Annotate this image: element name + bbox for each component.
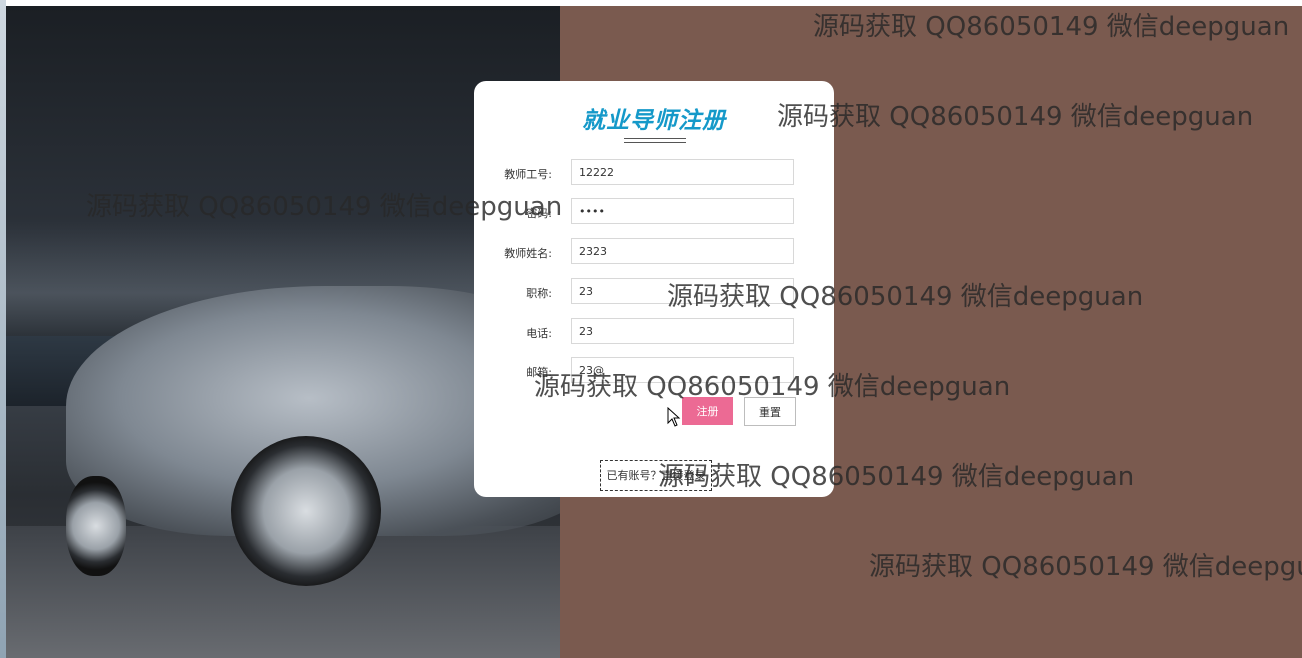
car-wheel (66, 476, 126, 576)
car-wheel (231, 436, 381, 586)
form-row-password: 密码: (474, 198, 834, 226)
mouse-cursor-icon (667, 407, 681, 427)
phone-input[interactable] (571, 318, 794, 344)
teacher-name-label: 教师姓名: (504, 247, 552, 260)
teacher-id-label: 教师工号: (504, 168, 552, 181)
password-input[interactable] (571, 198, 794, 224)
form-row-teacher-id: 教师工号: (474, 159, 834, 187)
job-title-label: 职称: (526, 287, 552, 300)
job-title-input[interactable] (571, 278, 794, 304)
watermark-text: 源码获取 QQ86050149 微信deepguan (869, 552, 1302, 582)
form-title: 就业导师注册 (582, 108, 726, 134)
title-underline (624, 138, 686, 143)
register-card: 就业导师注册 教师工号: 密码: 教师姓名: 职称: 电话: 邮箱: 注册 重置… (474, 81, 834, 497)
email-input[interactable] (571, 357, 794, 383)
reset-button[interactable]: 重置 (744, 397, 796, 426)
phone-label: 电话: (526, 327, 552, 340)
teacher-id-input[interactable] (571, 159, 794, 185)
login-link[interactable]: 已有账号？直接登录 (600, 460, 712, 491)
teacher-name-input[interactable] (571, 238, 794, 264)
watermark-text: 源码获取 QQ86050149 微信deepguan (777, 102, 1254, 132)
password-label: 密码: (526, 207, 552, 220)
form-row-teacher-name: 教师姓名: (474, 238, 834, 266)
email-label: 邮箱: (526, 366, 552, 379)
form-row-email: 邮箱: (474, 357, 834, 385)
register-button[interactable]: 注册 (682, 397, 733, 425)
form-row-title: 职称: (474, 278, 834, 306)
watermark-text: 源码获取 QQ86050149 微信deepguan (813, 12, 1290, 42)
form-row-phone: 电话: (474, 318, 834, 346)
